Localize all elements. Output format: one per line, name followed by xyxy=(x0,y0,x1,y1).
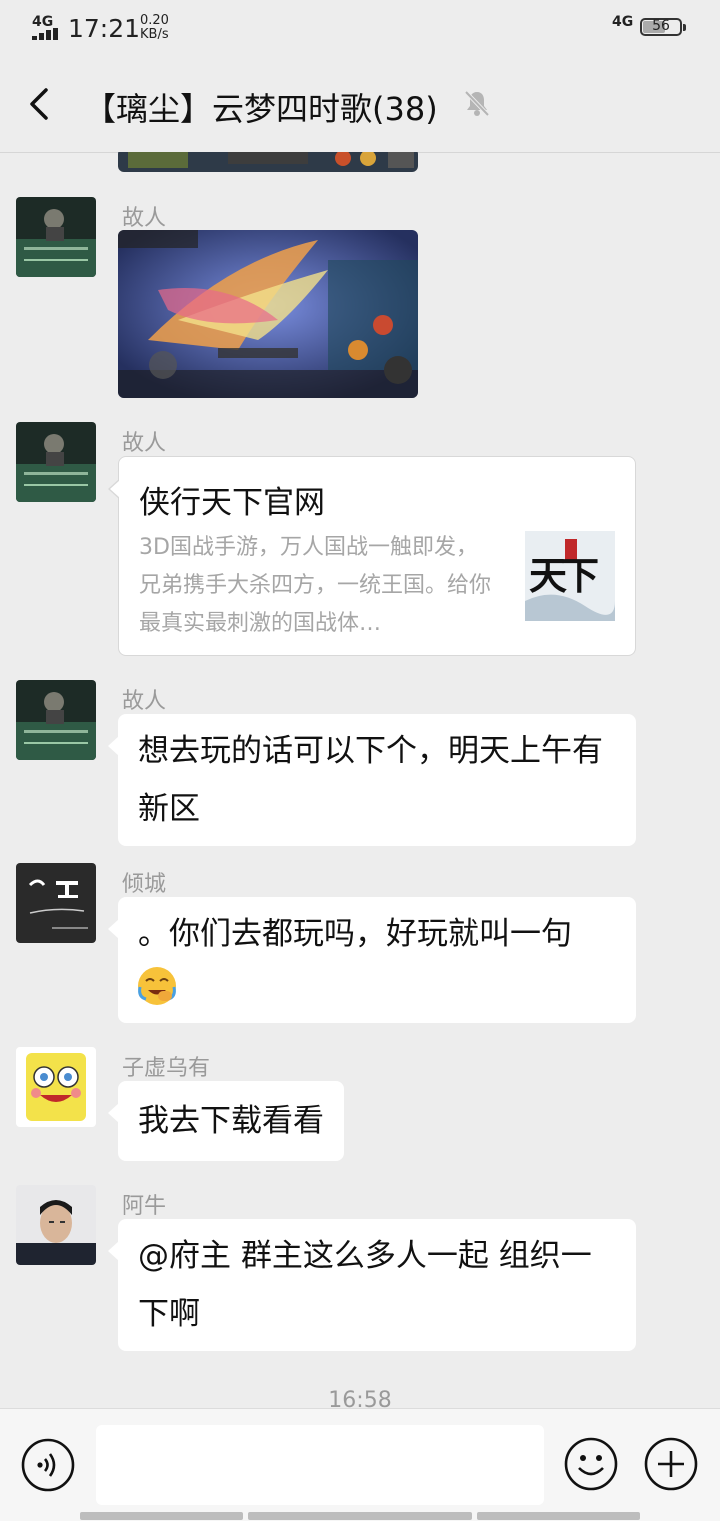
mute-bell-icon xyxy=(464,90,490,117)
sender-name: 倾城 xyxy=(122,872,167,897)
avatar[interactable] xyxy=(16,680,96,760)
battery-level: 56 xyxy=(652,18,670,34)
back-arrow-icon[interactable] xyxy=(22,82,58,126)
net-speed-value: 0.20 xyxy=(140,13,169,28)
avatar[interactable] xyxy=(16,1047,96,1127)
link-card[interactable]: 侠行天下官网 3D国战手游，万人国战一触即发，兄弟携手大杀四方，一统王国。给你最… xyxy=(108,456,636,656)
text-bubble[interactable]: 我去下载看看 xyxy=(108,1081,344,1161)
nav-hint xyxy=(80,1512,243,1520)
avatar[interactable] xyxy=(16,1185,96,1265)
message-text: 。你们去都玩吗，好玩就叫一句 xyxy=(138,916,572,952)
input-bar xyxy=(0,1408,720,1521)
timestamp: 16:58 xyxy=(328,1388,392,1408)
sender-name: 故人 xyxy=(122,206,167,231)
link-thumbnail: 天下 xyxy=(525,531,615,621)
sender-name: 故人 xyxy=(122,431,167,456)
voice-icon[interactable] xyxy=(20,1437,76,1493)
link-title: 侠行天下官网 xyxy=(139,485,325,521)
text-bubble[interactable]: 想去玩的话可以下个，明天上午有新区 xyxy=(108,714,636,846)
avatar[interactable] xyxy=(16,197,96,277)
image-message[interactable] xyxy=(118,230,418,398)
chat-header: 【璃尘】云梦四时歌(38) xyxy=(0,56,720,153)
net-speed: 0.20 KB/s xyxy=(140,14,169,42)
text-bubble[interactable]: @府主 群主这么多人一起 组织一下啊 xyxy=(108,1219,636,1351)
nav-hint xyxy=(477,1512,640,1520)
link-thumbnail-text: 天下 xyxy=(529,553,599,598)
link-description: 3D国战手游，万人国战一触即发，兄弟携手大杀四方，一统王国。给你最真实最刺激的国… xyxy=(139,535,492,636)
network-type-right: 4G xyxy=(612,14,634,30)
message-text: 我去下载看看 xyxy=(138,1103,324,1139)
text-bubble[interactable]: 。你们去都玩吗，好玩就叫一句 xyxy=(108,897,636,1023)
battery-icon: 56 xyxy=(640,18,686,36)
sender-name: 故人 xyxy=(122,689,167,714)
avatar[interactable] xyxy=(16,863,96,943)
signal-icon xyxy=(32,28,62,40)
message-input[interactable] xyxy=(96,1425,544,1505)
net-speed-unit: KB/s xyxy=(140,27,169,42)
sender-name: 子虚乌有 xyxy=(122,1056,211,1081)
message-text: 想去玩的话可以下个，明天上午有新区 xyxy=(138,733,603,827)
facepalm-emoji-icon xyxy=(138,967,176,1005)
status-bar: 4G 17:21 0.20 KB/s 4G 56 xyxy=(0,0,720,56)
avatar[interactable] xyxy=(16,422,96,502)
clock: 17:21 xyxy=(68,14,141,43)
message-list[interactable]: 故人 故人 侠行天下官网 3D国战手游，万人国战一触即发，兄弟携手大杀四方，一统… xyxy=(0,152,720,1408)
plus-icon[interactable] xyxy=(642,1435,700,1493)
chat-title: 【璃尘】云梦四时歌(38) xyxy=(84,90,438,128)
nav-hint xyxy=(248,1512,472,1520)
sender-name: 阿牛 xyxy=(122,1194,167,1219)
emoji-icon[interactable] xyxy=(562,1435,620,1493)
message-text: @府主 群主这么多人一起 组织一下啊 xyxy=(138,1238,592,1332)
image-message-partial[interactable] xyxy=(118,152,418,172)
